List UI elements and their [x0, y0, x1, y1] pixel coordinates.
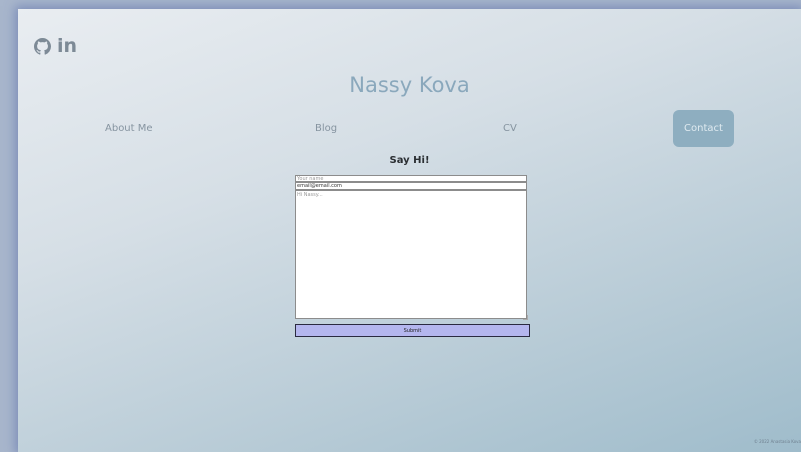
- textarea-resize-handle[interactable]: [523, 315, 528, 320]
- footer-copyright: © 2022 Anastasia Kova: [753, 439, 801, 444]
- github-icon[interactable]: [34, 38, 51, 55]
- nav-item-cv[interactable]: CV: [503, 123, 517, 134]
- submit-button[interactable]: Submit: [295, 324, 530, 337]
- nav-item-about-me[interactable]: About Me: [105, 123, 153, 134]
- site-title: Nassy Kova: [349, 73, 470, 97]
- social-links: in: [34, 37, 77, 56]
- message-textarea[interactable]: [295, 190, 527, 319]
- page-frame: in Nassy Kova About Me Blog CV Contact S…: [18, 9, 801, 452]
- nav-item-contact[interactable]: Contact: [673, 110, 734, 147]
- name-input[interactable]: [295, 175, 527, 182]
- email-input[interactable]: [295, 182, 527, 190]
- nav-item-blog[interactable]: Blog: [315, 123, 337, 134]
- form-title: Say Hi!: [389, 155, 430, 166]
- linkedin-icon[interactable]: in: [57, 37, 77, 56]
